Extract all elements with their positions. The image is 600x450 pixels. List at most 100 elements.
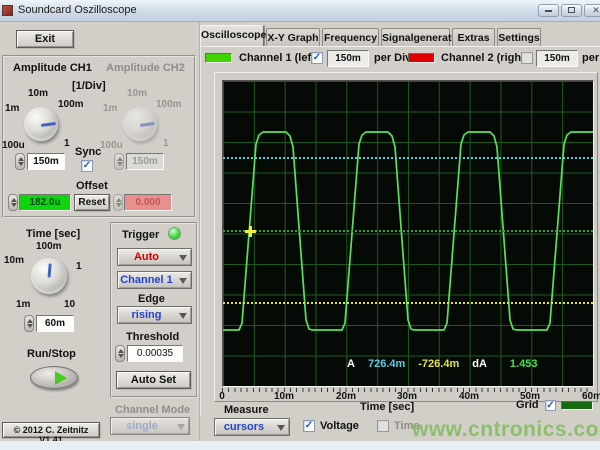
grid-label: Grid — [516, 399, 539, 411]
threshold-spinner[interactable] — [115, 345, 125, 362]
measure-mode-dropdown[interactable]: cursors — [214, 418, 290, 436]
amplitude-ch1-knob-needle — [41, 122, 56, 127]
watermark-text: www.cntronics.com — [412, 418, 600, 442]
time-value[interactable]: 60m — [36, 315, 74, 332]
trigger-edge-value: rising — [118, 309, 175, 321]
check-icon: ✓ — [546, 400, 554, 411]
left-control-panel: Exit Amplitude CH1 Amplitude CH2 [1/Div]… — [0, 22, 200, 441]
sync-label: Sync — [75, 146, 101, 158]
amp2-tick-1: 1 — [163, 138, 169, 149]
cursor-readout: A 726.4m -726.4m dA 1.453 — [347, 358, 537, 370]
amplitude-ch1-title: Amplitude CH1 — [13, 62, 92, 74]
zero-level-line — [223, 230, 593, 232]
tab-settings[interactable]: Settings — [497, 28, 541, 46]
time-spinner[interactable] — [24, 315, 34, 332]
measure-mode-value: cursors — [215, 421, 273, 433]
trigger-mode-dropdown[interactable]: Auto — [117, 248, 192, 266]
channel1-per-div-label: per Div — [374, 52, 411, 64]
edge-label: Edge — [138, 293, 165, 305]
amplitude-ch2-knob-needle — [140, 122, 155, 127]
offset-reset-button[interactable]: Reset — [74, 194, 110, 211]
tab-signalgenerator[interactable]: Signalgenerator — [381, 28, 450, 46]
close-button[interactable]: ✕ — [584, 4, 600, 17]
offset-ch1-spinner[interactable] — [8, 194, 18, 211]
dropdown-arrow-icon — [179, 278, 187, 284]
auto-set-button[interactable]: Auto Set — [116, 371, 191, 389]
channel1-color-swatch — [205, 53, 232, 63]
copyright-button[interactable]: © 2012 C. Zeitnitz V1.41 — [2, 422, 100, 438]
voltage-checkbox[interactable]: ✓ — [303, 420, 315, 432]
amplitude-ch1-spinner[interactable] — [15, 153, 25, 170]
amplitude-ch1-value[interactable]: 150m — [27, 153, 65, 170]
trigger-source-dropdown[interactable]: Channel 1 — [117, 271, 192, 289]
trigger-edge-dropdown[interactable]: rising — [117, 306, 192, 324]
readout-cursor-a-value: 726.4m — [368, 358, 405, 370]
readout-cursor-b-value: -726.4m — [418, 358, 459, 370]
time-title: Time [sec] — [26, 228, 80, 240]
threshold-value[interactable]: 0.00035 — [127, 345, 183, 362]
title-bar: Soundcard Oszilloscope ✕ — [0, 0, 600, 22]
channel2-label: Channel 2 (right) — [441, 52, 528, 64]
x-axis-title: Time [sec] — [360, 401, 414, 413]
measure-label: Measure — [224, 404, 269, 416]
tab-oscilloscope[interactable]: Oscilloscope — [200, 25, 264, 46]
x-tick-10m: 10m — [260, 391, 308, 402]
time-knob[interactable] — [31, 258, 67, 294]
run-stop-label: Run/Stop — [27, 348, 76, 360]
amp1-tick-10m: 10m — [28, 88, 48, 99]
tab-extras[interactable]: Extras — [452, 28, 495, 46]
time-checkbox[interactable] — [377, 420, 389, 432]
time-tick-1: 1 — [76, 261, 82, 272]
desktop-strip — [0, 441, 600, 450]
voltage-label: Voltage — [320, 420, 359, 432]
run-stop-button[interactable] — [30, 366, 78, 389]
offset-label: Offset — [76, 180, 108, 192]
amp2-tick-1m: 1m — [103, 103, 117, 114]
per-div-unit-label: [1/Div] — [72, 80, 106, 92]
channel1-enable-checkbox[interactable]: ✓ — [311, 52, 323, 64]
offset-ch2-value[interactable]: 0.000 — [124, 194, 172, 211]
exit-button[interactable]: Exit — [16, 30, 74, 48]
trigger-led — [168, 227, 181, 240]
sync-checkbox[interactable]: ✓ — [81, 160, 93, 172]
x-tick-0: 0 — [198, 391, 246, 402]
amp1-tick-1: 1 — [64, 138, 70, 149]
minimize-button[interactable] — [538, 4, 559, 17]
amplitude-ch2-value[interactable]: 150m — [126, 153, 164, 170]
channel1-per-div-value[interactable]: 150m — [327, 50, 369, 67]
play-icon — [55, 371, 67, 385]
channel2-color-swatch — [408, 53, 435, 63]
amplitude-ch2-title: Amplitude CH2 — [106, 62, 185, 74]
channel-mode-value: single — [111, 420, 173, 432]
dropdown-arrow-icon — [179, 313, 187, 319]
dropdown-arrow-icon — [179, 255, 187, 261]
time-tick-10m: 10m — [4, 255, 24, 266]
cursor-a-line[interactable] — [223, 157, 593, 159]
waveform-svg — [223, 81, 593, 386]
maximize-button[interactable] — [561, 4, 582, 17]
cursor-b-line[interactable] — [223, 302, 593, 304]
amplitude-ch2-spinner[interactable] — [114, 153, 124, 170]
time-tick-100m: 100m — [36, 241, 62, 252]
tab-xy-graph[interactable]: X-Y Graph — [266, 28, 320, 46]
app-icon — [2, 5, 13, 16]
threshold-label: Threshold — [126, 331, 179, 343]
amp1-tick-100m: 100m — [58, 99, 84, 110]
tab-frequency[interactable]: Frequency — [322, 28, 379, 46]
dropdown-arrow-icon — [177, 424, 185, 430]
channel-mode-label: Channel Mode — [115, 404, 190, 416]
amplitude-ch1-knob[interactable] — [24, 107, 58, 141]
grid-checkbox[interactable]: ✓ — [545, 400, 556, 411]
time-tick-10: 10 — [64, 299, 75, 310]
channel-mode-dropdown[interactable]: single — [110, 417, 190, 435]
trigger-mode-value: Auto — [118, 251, 175, 263]
time-tick-1m: 1m — [16, 299, 30, 310]
cursor-crosshair-icon[interactable] — [245, 226, 256, 237]
offset-ch2-spinner[interactable] — [113, 194, 123, 211]
grid-color-swatch — [561, 401, 593, 410]
amplitude-ch2-knob[interactable] — [123, 107, 157, 141]
scope-display[interactable]: A 726.4m -726.4m dA 1.453 — [222, 80, 594, 387]
channel2-per-div-value[interactable]: 150m — [536, 50, 578, 67]
offset-ch1-value[interactable]: 182.0u — [19, 194, 71, 211]
channel2-enable-checkbox[interactable] — [521, 52, 533, 64]
